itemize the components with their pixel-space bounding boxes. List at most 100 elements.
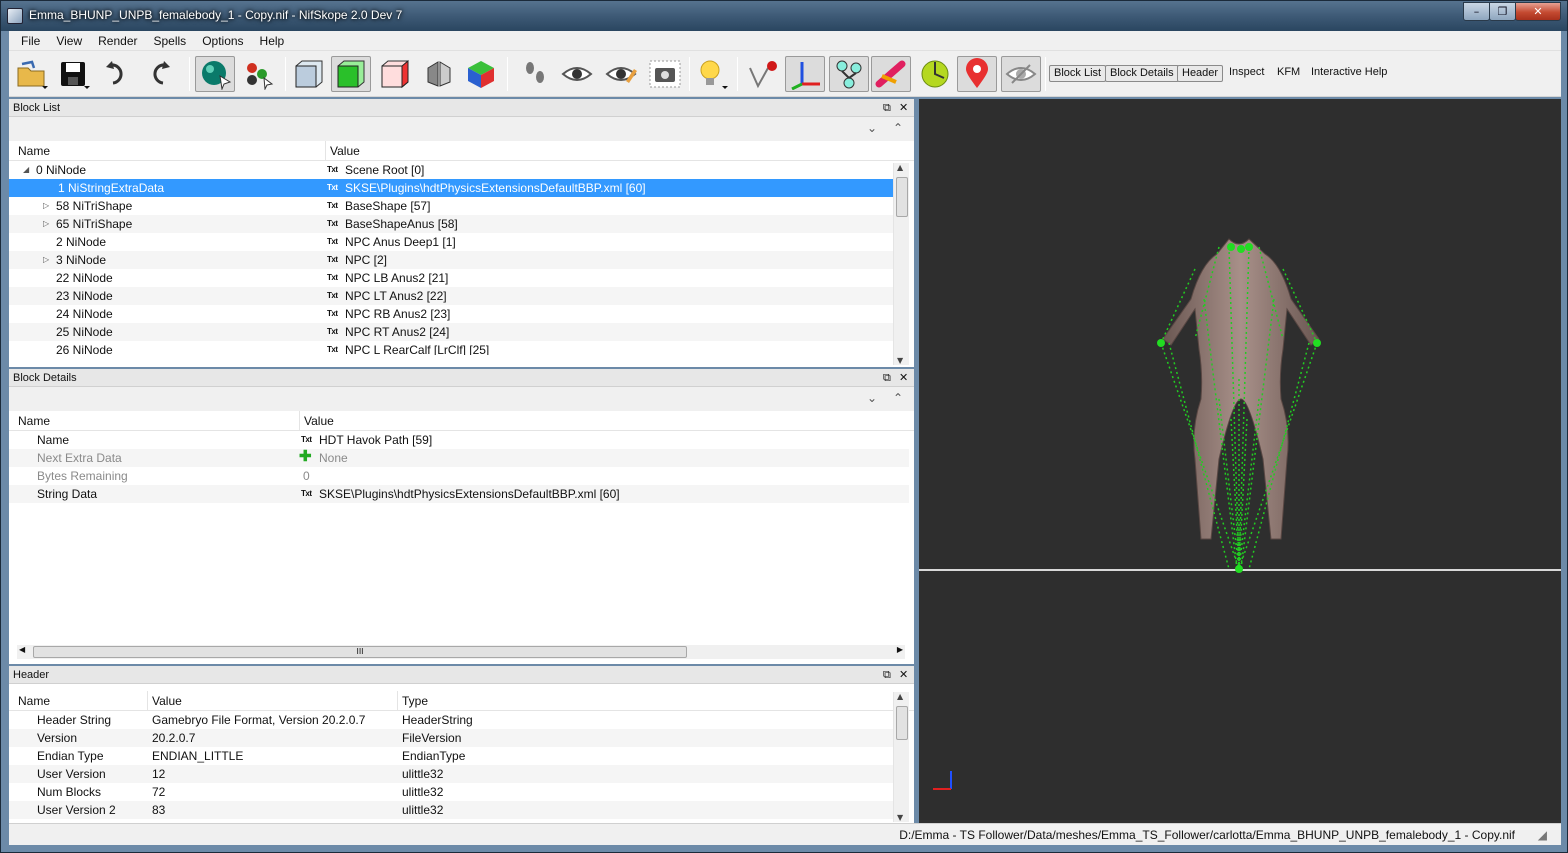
close-panel-icon[interactable]: ✕ [899,666,908,684]
field-value[interactable]: 72 [152,783,165,801]
scroll-left-arrow[interactable]: ◀ [19,645,25,654]
scroll-up-arrow[interactable]: ▲ [897,163,903,172]
column-header-value[interactable]: Value [330,144,360,158]
scroll-thumb[interactable] [896,706,908,740]
maximize-button[interactable]: ❐ [1489,2,1516,21]
toggle-block-list-button[interactable]: Block List [1049,65,1107,82]
nifskope-app-icon[interactable] [7,8,23,24]
close-panel-icon[interactable]: ✕ [899,99,908,117]
field-value[interactable]: HDT Havok Path [59] [319,431,432,449]
screenshot-camera-icon[interactable] [645,56,685,92]
column-header-name[interactable]: Name [18,414,50,428]
menu-render[interactable]: Render [90,34,145,48]
header-row[interactable]: User Version 2 83 ulittle32 [9,801,893,819]
select-node-icon[interactable] [743,56,783,92]
toggle-block-details-button[interactable]: Block Details [1105,65,1179,82]
show-markers-pin-icon[interactable] [957,56,997,92]
view-perspective-cube-icon[interactable] [461,56,501,92]
add-link-plus-icon[interactable]: ✚ [299,449,312,465]
expand-arrow-icon[interactable]: ▷ [43,215,49,233]
scroll-up-arrow[interactable]: ▲ [897,692,903,701]
column-divider[interactable] [397,691,398,711]
header-row[interactable]: User Version 12 ulittle32 [9,765,893,783]
view-front-cube-icon[interactable] [289,56,329,92]
expand-all-icon[interactable]: ⌄ [867,121,877,135]
block-list-title-bar[interactable]: Block List ⧉ ✕ [9,99,914,117]
column-header-name[interactable]: Name [18,144,50,158]
close-panel-icon[interactable]: ✕ [899,369,908,387]
table-row[interactable]: ▷ 3 NiNode Txt NPC [2] [9,251,893,269]
header-row[interactable]: Version 20.2.0.7 FileVersion [9,729,893,747]
menu-help[interactable]: Help [252,34,293,48]
field-value[interactable]: 0 [303,467,310,485]
expand-arrow-icon[interactable]: ▷ [43,251,49,269]
show-hidden-edit-eye-icon[interactable] [601,56,641,92]
open-file-icon[interactable] [11,56,51,92]
show-axes-icon[interactable] [785,56,825,92]
show-havok-icon[interactable] [915,56,955,92]
title-bar[interactable]: Emma_BHUNP_UNPB_femalebody_1 - Copy.nif … [1,1,1567,31]
redo-icon[interactable] [139,56,179,92]
scroll-down-arrow[interactable]: ▼ [897,813,903,822]
table-row[interactable]: 1 NiStringExtraData Txt SKSE\Plugins\hdtPh… [9,179,893,197]
block-details-hscroll[interactable]: ◀ III ▶ [17,645,905,659]
float-panel-icon[interactable]: ⧉ [883,666,891,684]
collapse-arrow-icon[interactable]: ◢ [23,161,29,179]
field-value[interactable]: SKSE\Plugins\hdtPhysicsExtensionsDefault… [319,485,620,503]
table-row[interactable]: 2 NiNode Txt NPC Anus Deep1 [1] [9,233,893,251]
expand-arrow-icon[interactable]: ▷ [43,197,49,215]
header-title-bar[interactable]: Header ⧉ ✕ [9,666,914,684]
column-divider[interactable] [299,411,300,431]
render-viewport[interactable] [919,99,1561,823]
column-header-type[interactable]: Type [402,694,428,708]
walk-mode-icon[interactable] [515,56,555,92]
table-row[interactable]: ◢ 0 NiNode Txt Scene Root [0] [9,161,893,179]
float-panel-icon[interactable]: ⧉ [883,369,891,387]
scroll-thumb[interactable] [896,177,908,217]
menu-spells[interactable]: Spells [146,34,195,48]
table-row[interactable]: 22 NiNode Txt NPC LB Anus2 [21] [9,269,893,287]
inspect-button[interactable]: Inspect [1225,65,1268,82]
select-object-icon[interactable] [195,56,235,92]
menu-options[interactable]: Options [194,34,251,48]
header-row[interactable]: Header String Gamebryo File Format, Versi… [9,711,893,729]
scroll-thumb[interactable]: III [33,646,687,658]
column-header-value[interactable]: Value [152,694,182,708]
table-row[interactable]: 24 NiNode Txt NPC RB Anus2 [23] [9,305,893,323]
table-row[interactable]: ▷ 65 NiTriShape Txt BaseShapeAnus [58] [9,215,893,233]
resize-grip-icon[interactable]: ◢ [1538,828,1547,842]
view-side-cube-icon[interactable] [375,56,415,92]
table-row[interactable]: 26 NiNode Txt NPC L RearCalf [LrClf] [25] [9,341,893,355]
show-nodes-icon[interactable] [829,56,869,92]
column-header-name[interactable]: Name [18,694,50,708]
float-panel-icon[interactable]: ⧉ [883,99,891,117]
collapse-all-icon[interactable]: ⌃ [893,391,903,405]
scroll-down-arrow[interactable]: ▼ [897,356,903,365]
block-list-vscroll[interactable]: ▲ ▼ [893,163,909,365]
view-top-cube-icon[interactable] [331,56,371,92]
detail-row[interactable]: Name Txt HDT Havok Path [59] [9,431,909,449]
header-row[interactable]: Endian Type ENDIAN_LITTLE EndianType [9,747,893,765]
show-hidden-toggle-icon[interactable] [1001,56,1041,92]
field-value[interactable]: Gamebryo File Format, Version 20.2.0.7 [152,711,365,729]
table-row[interactable]: ▷ 58 NiTriShape Txt BaseShape [57] [9,197,893,215]
field-value[interactable]: 12 [152,765,165,783]
close-window-button[interactable]: ✕ [1515,2,1561,21]
expand-all-icon[interactable]: ⌄ [867,391,877,405]
column-header-value[interactable]: Value [304,414,334,428]
table-row[interactable]: 25 NiNode Txt NPC RT Anus2 [24] [9,323,893,341]
block-details-title-bar[interactable]: Block Details ⧉ ✕ [9,369,914,387]
collapse-all-icon[interactable]: ⌃ [893,121,903,135]
show-hidden-eye-icon[interactable] [557,56,597,92]
column-divider[interactable] [147,691,148,711]
view-user-icon[interactable] [419,56,459,92]
field-value[interactable]: None [319,449,348,467]
field-value[interactable]: ENDIAN_LITTLE [152,747,243,765]
minimize-button[interactable]: – [1463,2,1490,21]
detail-row[interactable]: String Data Txt SKSE\Plugins\hdtPhysicsExt… [9,485,909,503]
menu-file[interactable]: File [13,34,48,48]
undo-icon[interactable] [97,56,137,92]
toggle-header-button[interactable]: Header [1177,65,1224,82]
menu-view[interactable]: View [48,34,90,48]
interactive-help-button[interactable]: Interactive Help [1307,65,1391,82]
